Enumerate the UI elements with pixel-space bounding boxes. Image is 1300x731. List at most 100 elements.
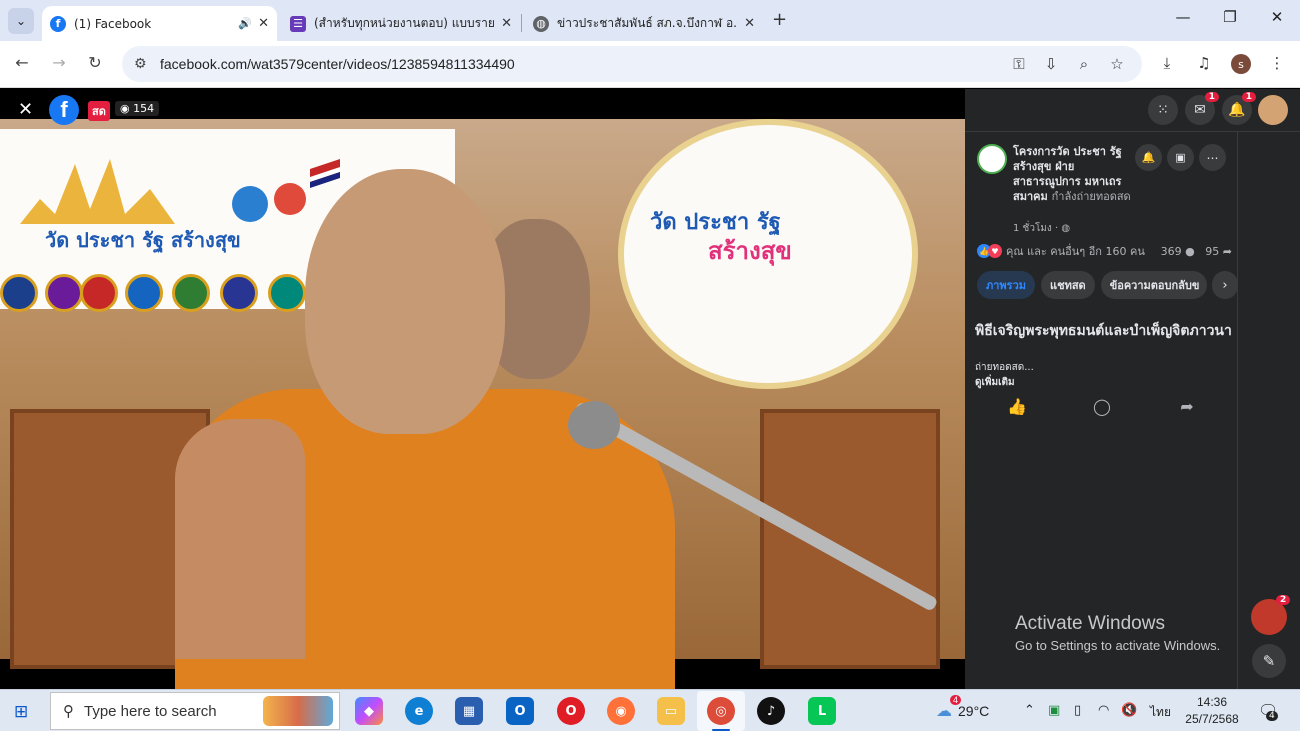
bell-icon[interactable]: 🔔 1	[1222, 92, 1256, 125]
like-icon[interactable]: 👍	[1005, 397, 1029, 416]
cloud-icon: ☁	[936, 703, 952, 720]
outlook-icon[interactable]: O	[506, 697, 534, 725]
browser-toolbar: ← → ↻ ⚙ facebook.com/wat3579center/video…	[0, 41, 1300, 88]
video-player[interactable]: วัด ประชา รัฐ สร้างสุข วัด ประชา รัฐ สร้…	[0, 89, 965, 689]
globe-icon: ◍	[1061, 223, 1071, 234]
watermark-subtitle: Go to Settings to activate Windows.	[1015, 638, 1221, 653]
input-language[interactable]: ไทย	[1150, 703, 1171, 722]
install-app-icon[interactable]: ⇩	[1040, 55, 1062, 73]
windows-start-icon[interactable]: ⊞	[14, 702, 28, 722]
tab-title: (สำหรับทุกหน่วยงานตอบ) แบบรายงา	[314, 16, 496, 30]
follow-bell-icon[interactable]: 🔔	[1135, 144, 1162, 171]
edge-icon[interactable]: e	[405, 697, 433, 725]
forms-icon: ☰	[290, 15, 306, 32]
taskbar-search-box[interactable]: ⚲ Type here to search	[50, 692, 340, 730]
tab-search-button[interactable]: ⌄	[8, 8, 34, 34]
bookmark-star-icon[interactable]: ☆	[1106, 55, 1128, 73]
comment-count[interactable]: 369	[1161, 245, 1182, 258]
seal-emblem	[268, 274, 306, 312]
store-icon[interactable]: ▦	[455, 697, 483, 725]
tab-live-chat[interactable]: แชทสด	[1041, 271, 1095, 299]
share-arrow-icon[interactable]: ➦	[1175, 397, 1199, 416]
app-tray-icon[interactable]: ▣	[1048, 703, 1060, 718]
video-side-panel: ⁙ ✉ 1 🔔 1 โครงการวัด ประชา รัฐ สร้างสุข ฝ่…	[965, 89, 1300, 689]
close-tab-icon[interactable]: ✕	[501, 16, 512, 31]
comment-icon: ●	[1185, 244, 1195, 258]
share-count[interactable]: 95	[1205, 245, 1219, 258]
live-status: กำลังถ่ายทอดสด	[1051, 190, 1131, 203]
tab-forms[interactable]: ☰ (สำหรับทุกหน่วยงานตอบ) แบบรายงา ✕	[282, 6, 520, 41]
page-avatar[interactable]	[977, 144, 1007, 174]
page-name[interactable]: โครงการวัด ประชา รัฐ สร้างสุข ฝ่ายสาธารณ…	[1013, 144, 1138, 204]
reactions-text[interactable]: คุณ และ คนอื่นๆ อีก 160 คน	[1006, 242, 1145, 260]
key-icon[interactable]: ⚿	[1008, 55, 1030, 73]
messenger-badge: 1	[1204, 92, 1219, 102]
post-time-text: 1 ชั่วโมง	[1013, 223, 1052, 234]
restore-button[interactable]: ❐	[1215, 8, 1245, 26]
file-explorer-icon[interactable]: ▭	[657, 697, 685, 725]
close-window-button[interactable]: ✕	[1262, 8, 1292, 26]
clock-date: 25/7/2568	[1185, 712, 1239, 726]
tab-news[interactable]: ◍ ข่าวประชาสัมพันธ์ สภ.จ.บึงกาฬ อ.เมื ✕	[525, 6, 763, 41]
chrome-icon[interactable]: ◎	[707, 697, 735, 725]
tab-replies[interactable]: ข้อความตอบกลับข	[1100, 271, 1207, 299]
reactions-bar[interactable]: 👍 ♥ คุณ และ คนอื่นๆ อีก 160 คน 369 ● 95 …	[977, 242, 1232, 260]
tiktok-icon[interactable]: ♪	[757, 697, 785, 725]
windows-taskbar: ⊞ ⚲ Type here to search ◆ e ▦ O O ◉ ▭ ◎ …	[0, 689, 1300, 731]
tab-facebook[interactable]: f (1) Facebook 🔊 ✕	[42, 6, 277, 41]
volume-muted-icon[interactable]: 🔇	[1121, 703, 1137, 718]
seal-emblem	[125, 274, 163, 312]
tab-separator	[521, 14, 522, 32]
zoom-icon[interactable]: ⌕	[1073, 55, 1095, 73]
download-icon[interactable]: ⤓	[1156, 54, 1178, 72]
chevron-down-icon: ⌄	[15, 14, 27, 28]
url-text[interactable]: facebook.com/wat3579center/videos/123859…	[160, 56, 515, 72]
view-count-value: 154	[133, 102, 155, 115]
close-tab-icon[interactable]: ✕	[258, 16, 269, 31]
fan-text-line2: สร้างสุข	[708, 237, 792, 265]
media-control-icon[interactable]: ♫	[1193, 54, 1215, 72]
copilot-icon[interactable]: ◆	[355, 697, 383, 725]
site-settings-icon[interactable]: ⚙	[134, 56, 154, 72]
compose-message-icon[interactable]: ✎	[1252, 644, 1286, 678]
seal-emblem	[0, 274, 38, 312]
wifi-icon[interactable]: ◠	[1098, 703, 1109, 718]
close-tab-icon[interactable]: ✕	[744, 16, 755, 31]
seal-emblem	[172, 274, 210, 312]
see-more-link[interactable]: ดูเพิ่มเติม	[975, 375, 1015, 390]
save-icon[interactable]: ▣	[1167, 144, 1194, 171]
comment-bubble-icon[interactable]: ◯	[1090, 397, 1114, 416]
device-icon[interactable]: ▯	[1074, 703, 1081, 718]
menu-grid-icon[interactable]: ⁙	[1148, 95, 1178, 125]
account-avatar[interactable]	[1258, 95, 1288, 125]
share-icon: ➦	[1222, 244, 1232, 258]
menu-kebab-icon[interactable]: ⋮	[1266, 54, 1288, 72]
weather-widget[interactable]: ☁ 4 29°C	[936, 695, 989, 721]
seal-emblem	[80, 274, 118, 312]
system-clock[interactable]: 14:36 25/7/2568	[1180, 694, 1244, 728]
reload-button[interactable]: ↻	[83, 53, 107, 72]
post-title: พิธีเจริญพระพุทธมนต์และบำเพ็ญจิตภาวนา	[975, 323, 1232, 339]
address-bar[interactable]: ⚙ facebook.com/wat3579center/videos/1238…	[122, 46, 1142, 82]
notifications-badge: 1	[1241, 92, 1256, 102]
search-placeholder[interactable]: Type here to search	[84, 703, 217, 720]
close-video-icon[interactable]: ✕	[18, 99, 33, 120]
opera-icon[interactable]: O	[557, 697, 585, 725]
speaker-icon[interactable]: 🔊	[238, 17, 252, 30]
more-options-icon[interactable]: ⋯	[1199, 144, 1226, 171]
profile-avatar[interactable]: s	[1231, 54, 1251, 74]
tab-title: (1) Facebook	[74, 16, 152, 31]
firefox-icon[interactable]: ◉	[607, 697, 635, 725]
new-tab-button[interactable]: +	[772, 9, 787, 30]
line-icon[interactable]: L	[808, 697, 836, 725]
messenger-icon[interactable]: ✉ 1	[1185, 92, 1219, 125]
facebook-logo-icon[interactable]: f	[49, 95, 79, 125]
post-time: 1 ชั่วโมง · ◍	[1013, 223, 1071, 234]
chevron-up-icon[interactable]: ⌃	[1024, 703, 1035, 718]
chevron-right-icon[interactable]: ›	[1212, 271, 1238, 299]
back-button[interactable]: ←	[10, 53, 34, 72]
tab-overview[interactable]: ภาพรวม	[977, 271, 1036, 299]
activate-windows-watermark: Activate Windows Go to Settings to activ…	[1015, 613, 1220, 653]
forward-button[interactable]: →	[47, 53, 71, 72]
minimize-button[interactable]: —	[1168, 8, 1198, 26]
